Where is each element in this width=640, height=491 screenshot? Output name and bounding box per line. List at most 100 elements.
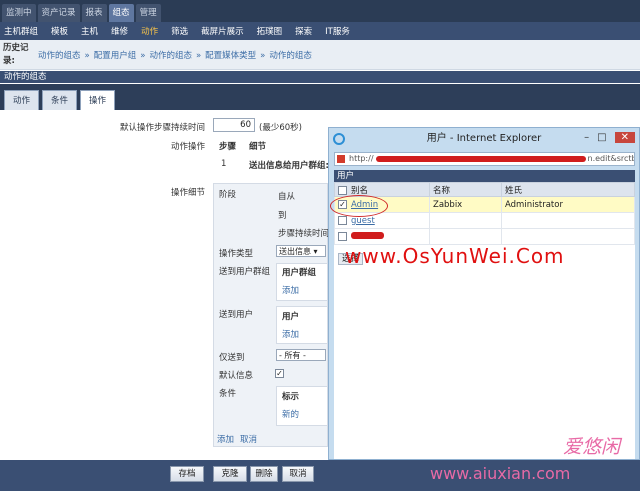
ops-row-step: 1 xyxy=(221,159,227,169)
cancel-button[interactable]: 取消 xyxy=(282,466,314,482)
sub-nav: 主机群组 模板 主机 维修 动作 筛选 截屏片展示 拓璞图 探索 IT服务 xyxy=(0,22,640,40)
surname-cell xyxy=(501,228,635,245)
favicon-icon xyxy=(337,155,345,163)
add-user-link[interactable]: 添加 xyxy=(282,328,299,340)
column-header-name[interactable]: 名称 xyxy=(429,182,502,197)
history-label: 历史记录: xyxy=(3,43,29,66)
sub-nav-item[interactable]: 模板 xyxy=(51,25,68,37)
op-type-value: 送出信息 xyxy=(279,247,311,256)
breadcrumb-separator: » xyxy=(260,51,266,61)
column-alias-label: 别名 xyxy=(351,185,369,196)
section-title: 动作的组态 xyxy=(0,71,640,83)
top-nav: 监测中 资产记录 报表 组态 管理 xyxy=(0,0,640,22)
users-popup-window: 用户 - Internet Explorer –□ ✕ http://n.edit… xyxy=(328,127,640,460)
delete-button[interactable]: 删除 xyxy=(250,466,278,482)
redacted-mark xyxy=(351,231,384,239)
top-nav-tab[interactable]: 报表 xyxy=(81,4,107,22)
row-checkbox[interactable] xyxy=(338,215,347,225)
sub-nav-item[interactable]: 探索 xyxy=(295,25,312,37)
sub-nav-item[interactable]: 主机群组 xyxy=(4,25,38,37)
ops-row-detail[interactable]: 送出信息给用户群组: xyxy=(249,159,329,171)
window-controls: –□ ✕ xyxy=(584,132,635,143)
tab-0[interactable]: 动作 xyxy=(4,90,40,110)
save-button[interactable]: 存档 xyxy=(170,466,204,482)
sub-nav-item[interactable]: 拓璞图 xyxy=(257,25,283,37)
table-row[interactable]: guest xyxy=(334,212,635,229)
top-nav-tab[interactable]: 管理 xyxy=(135,4,161,22)
breadcrumb-link[interactable]: 配置媒体类型 xyxy=(205,51,256,61)
condition-header: 标示 xyxy=(282,392,300,402)
minimize-icon[interactable]: – xyxy=(584,132,597,143)
address-end: n.edit&srctbl=use xyxy=(587,154,634,163)
step-label: 阶段 xyxy=(219,190,237,200)
breadcrumb-link[interactable]: 配置用户组 xyxy=(94,51,137,61)
history-bar: 历史记录: 动作的组态» 配置用户组» 动作的组态» 配置媒体类型» 动作的组态 xyxy=(0,40,640,70)
group-header: 用户群组 xyxy=(282,268,317,278)
name-cell: Zabbix xyxy=(429,196,502,213)
op-type-select[interactable]: 送出信息 ▾ xyxy=(276,245,326,257)
watermark-osyunwei: www.OsYunWei.Com xyxy=(345,244,565,268)
table-header-row: 别名 名称 姓氏 xyxy=(334,182,635,197)
tab-1[interactable]: 条件 xyxy=(42,90,78,110)
top-nav-tab[interactable]: 监测中 xyxy=(2,4,36,22)
row-checkbox[interactable] xyxy=(338,231,347,241)
breadcrumb: 动作的组态» 配置用户组» 动作的组态» 配置媒体类型» 动作的组态 xyxy=(38,49,316,61)
close-icon[interactable]: ✕ xyxy=(614,132,635,143)
only-send-select[interactable]: - 所有 - xyxy=(276,349,326,361)
address-bar[interactable]: http:// n.edit&srctbl=use xyxy=(334,152,635,166)
to-label: 到 xyxy=(278,211,287,221)
default-step-label: 默认操作步骤持续时间 xyxy=(119,123,205,133)
sub-nav-item[interactable]: 动作 xyxy=(141,25,158,37)
send-user-label: 送到用户 xyxy=(219,310,254,320)
select-all-checkbox[interactable] xyxy=(338,185,347,195)
alias-cell xyxy=(334,228,430,245)
op-detail-label: 操作细节 xyxy=(170,188,205,198)
watermark-aiuxian-logo: 爱悠闲 xyxy=(563,436,621,458)
top-nav-tab[interactable]: 资产记录 xyxy=(37,4,80,22)
new-condition-link[interactable]: 新的 xyxy=(282,408,299,420)
add-operation-link[interactable]: 添加 xyxy=(217,433,234,445)
sub-nav-item[interactable]: 筛选 xyxy=(171,25,188,37)
sub-nav-item[interactable]: 主机 xyxy=(81,25,98,37)
table-row[interactable] xyxy=(334,228,635,245)
breadcrumb-separator: » xyxy=(195,51,202,61)
only-send-label: 仅送到 xyxy=(219,353,245,363)
breadcrumb-link[interactable]: 动作的组态 xyxy=(269,51,312,61)
default-step-input[interactable]: 60 xyxy=(213,118,255,132)
user-alias-link[interactable]: guest xyxy=(351,216,375,226)
column-header-surname[interactable]: 姓氏 xyxy=(501,182,635,197)
default-step-hint: (最少60秒) xyxy=(259,123,302,133)
send-group-label: 送到用户群组 xyxy=(219,267,271,277)
duration-label: 步骤持续时间 xyxy=(278,229,330,239)
watermark-aiuxian-url: www.aiuxian.com xyxy=(430,464,571,483)
column-header-alias[interactable]: 别名 xyxy=(334,182,430,197)
highlight-circle xyxy=(330,195,388,217)
breadcrumb-link[interactable]: 动作的组态 xyxy=(38,51,81,61)
name-cell xyxy=(429,228,502,245)
cancel-operation-link[interactable]: 取消 xyxy=(240,433,257,445)
popup-header: 用户 xyxy=(334,170,635,182)
default-msg-label: 默认信息 xyxy=(219,371,254,381)
address-start: http:// xyxy=(349,154,374,163)
condition-label: 条件 xyxy=(219,389,237,399)
add-group-link[interactable]: 添加 xyxy=(282,284,299,296)
sub-nav-item[interactable]: 维修 xyxy=(111,25,128,37)
default-msg-checkbox[interactable]: ✓ xyxy=(275,369,284,378)
breadcrumb-separator: » xyxy=(84,51,90,61)
sub-nav-item[interactable]: 截屏片展示 xyxy=(201,25,244,37)
tab-bar: 动作 条件 操作 xyxy=(0,84,640,110)
surname-cell: Administrator xyxy=(501,196,635,213)
clone-button[interactable]: 克隆 xyxy=(213,466,247,482)
from-label: 自从 xyxy=(278,192,296,202)
chevron-down-icon: ▾ xyxy=(311,247,318,256)
name-cell xyxy=(429,212,502,229)
user-header: 用户 xyxy=(282,312,300,322)
breadcrumb-separator: » xyxy=(140,51,146,61)
op-type-label: 操作类型 xyxy=(219,249,254,259)
breadcrumb-link[interactable]: 动作的组态 xyxy=(149,51,192,61)
top-nav-tab[interactable]: 组态 xyxy=(108,4,134,22)
tab-2[interactable]: 操作 xyxy=(80,90,116,110)
maximize-icon[interactable]: □ xyxy=(597,132,614,143)
sub-nav-item[interactable]: IT服务 xyxy=(325,25,350,37)
surname-cell xyxy=(501,212,635,229)
